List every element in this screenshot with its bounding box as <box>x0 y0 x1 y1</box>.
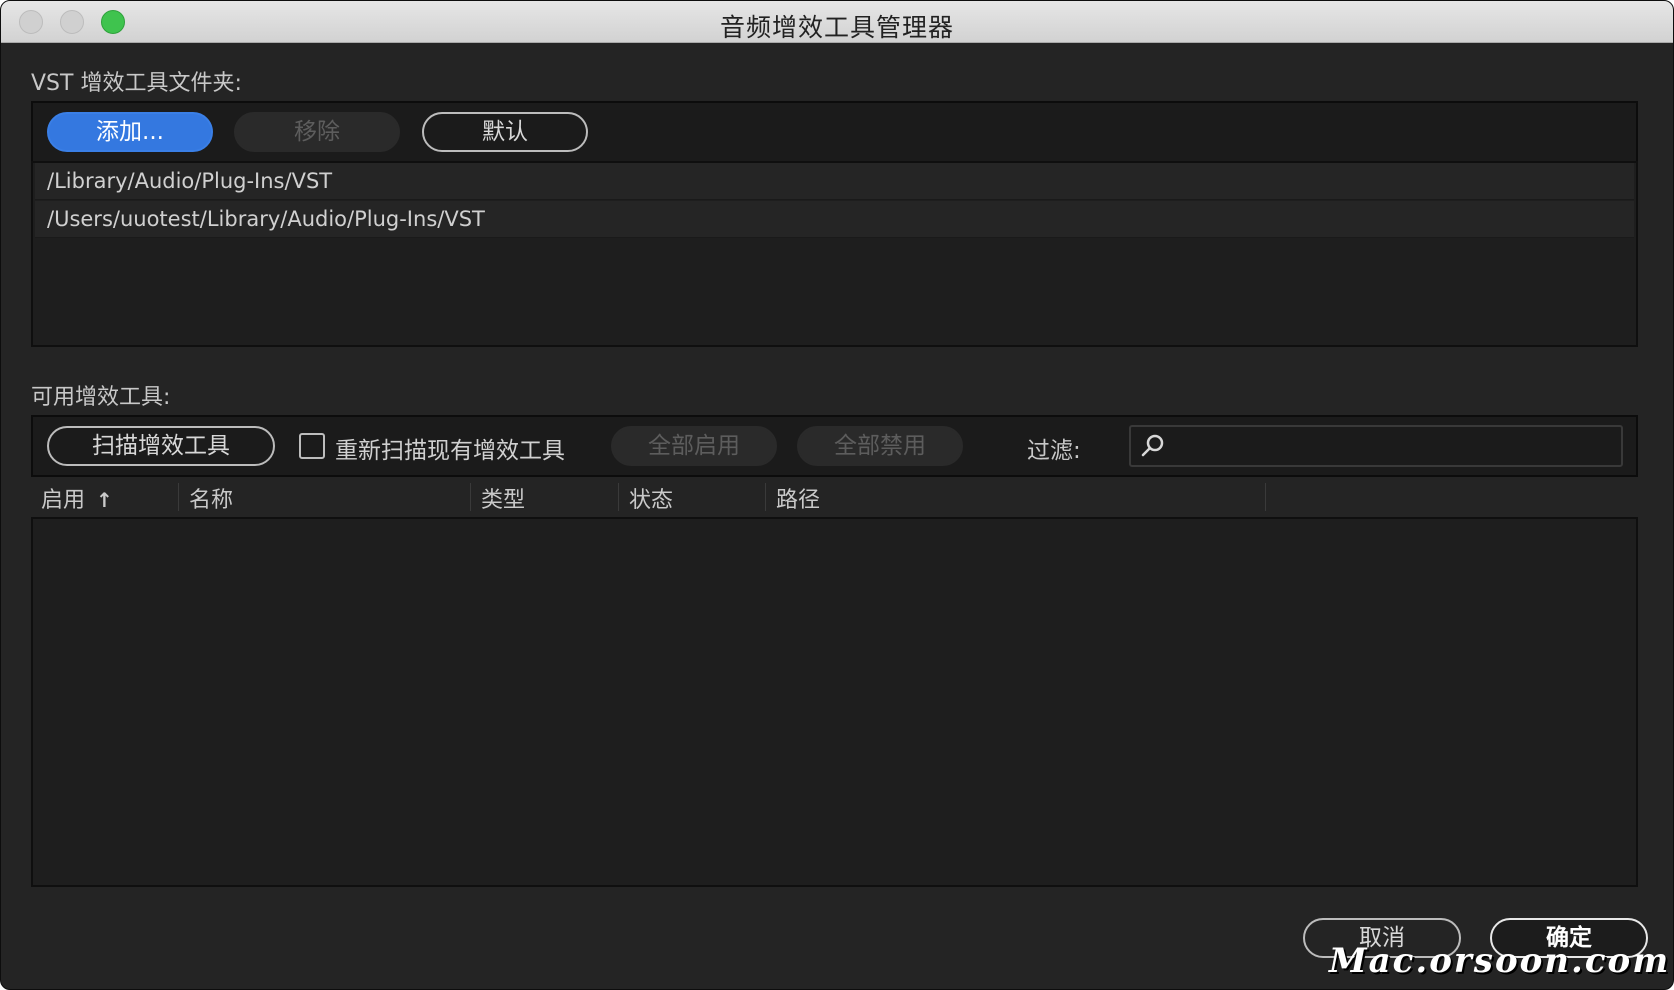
column-header-enabled-label: 启用 <box>41 488 86 513</box>
vst-folders-toolbar: 添加... 移除 默认 <box>31 101 1638 163</box>
plugins-table <box>31 517 1638 887</box>
filter-search-input[interactable] <box>1129 425 1623 467</box>
column-divider[interactable] <box>618 483 619 511</box>
column-header-enabled[interactable]: 启用 ↑ <box>41 482 113 514</box>
folder-list-item[interactable]: /Users/uuotest/Library/Audio/Plug-Ins/VS… <box>35 201 1634 238</box>
search-icon <box>1141 434 1164 457</box>
enable-all-button[interactable]: 全部启用 <box>611 426 777 466</box>
available-plugins-label: 可用增效工具: <box>31 385 171 410</box>
column-header-name[interactable]: 名称 <box>189 482 233 514</box>
column-header-status[interactable]: 状态 <box>629 482 673 514</box>
add-folder-button[interactable]: 添加... <box>47 112 213 152</box>
scan-plugins-button[interactable]: 扫描增效工具 <box>47 426 275 466</box>
window-title: 音频增效工具管理器 <box>719 13 954 42</box>
disable-all-button[interactable]: 全部禁用 <box>797 426 963 466</box>
plugin-manager-window: 音频增效工具管理器 VST 增效工具文件夹: 添加... 移除 默认 /Libr… <box>0 0 1674 990</box>
filter-label: 过滤: <box>1027 438 1081 464</box>
remove-folder-button[interactable]: 移除 <box>234 112 400 152</box>
folder-list-item[interactable]: /Library/Audio/Plug-Ins/VST <box>35 163 1634 200</box>
default-folders-button[interactable]: 默认 <box>422 112 588 152</box>
plugins-toolbar: 扫描增效工具 重新扫描现有增效工具 全部启用 全部禁用 过滤: <box>31 415 1638 477</box>
column-divider[interactable] <box>470 483 471 511</box>
column-header-path[interactable]: 路径 <box>776 482 820 514</box>
column-divider[interactable] <box>1265 483 1266 511</box>
column-divider[interactable] <box>765 483 766 511</box>
vst-folder-list: /Library/Audio/Plug-Ins/VST /Users/uuote… <box>31 161 1638 347</box>
title-bar: 音频增效工具管理器 <box>1 1 1673 43</box>
vst-folders-label: VST 增效工具文件夹: <box>31 71 242 96</box>
sort-ascending-icon: ↑ <box>96 488 113 512</box>
column-header-type[interactable]: 类型 <box>481 482 525 514</box>
watermark-text: Mac.orsoon.com <box>1329 941 1671 981</box>
column-divider[interactable] <box>178 483 179 511</box>
rescan-existing-checkbox[interactable] <box>299 433 325 459</box>
rescan-existing-label[interactable]: 重新扫描现有增效工具 <box>335 431 565 465</box>
